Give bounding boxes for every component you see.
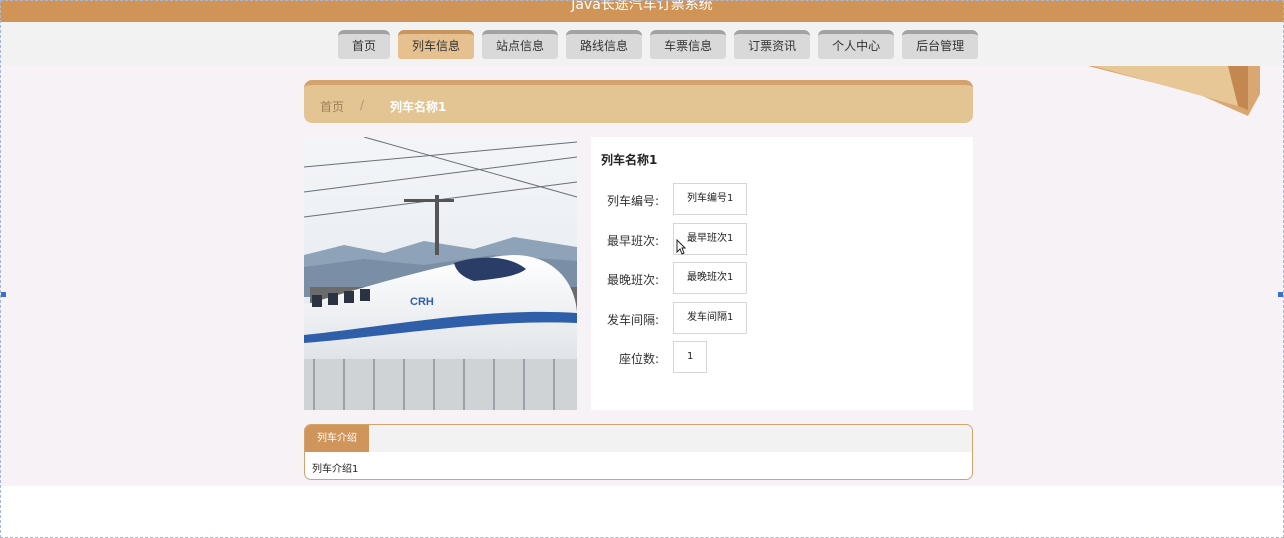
- svg-text:CRH: CRH: [410, 296, 434, 308]
- intro-tab-bar: 列车介绍: [305, 425, 972, 452]
- field-value: 最晚班次1: [673, 262, 748, 294]
- nav-menu: 首页 列车信息 站点信息 路线信息 车票信息 订票资讯 个人中心 后台管理: [338, 30, 979, 59]
- nav-item-admin[interactable]: 后台管理: [902, 30, 979, 59]
- breadcrumb-current: 列车名称1: [390, 100, 447, 114]
- field-value: 发车间隔1: [673, 302, 748, 334]
- mouse-pointer-icon: [676, 238, 687, 259]
- field-value: 1: [673, 341, 708, 373]
- decorative-frame-corner: [1088, 66, 1260, 118]
- resize-handle-left[interactable]: [1, 292, 6, 297]
- train-intro-panel: 列车介绍 列车介绍1: [304, 424, 973, 480]
- field-label: 发车间隔:: [606, 313, 659, 327]
- nav-item-personal-center[interactable]: 个人中心: [818, 30, 895, 59]
- field-latest-departure: 最晚班次: 最晚班次1: [591, 262, 973, 294]
- breadcrumb-separator: /: [360, 98, 365, 112]
- nav-item-ticket-info[interactable]: 车票信息: [650, 30, 727, 59]
- nav-item-home[interactable]: 首页: [338, 30, 391, 59]
- train-name: 列车名称1: [601, 153, 658, 167]
- train-photo: CRH: [304, 137, 577, 410]
- field-value: 列车编号1: [673, 183, 748, 215]
- site-header: Java长途汽车订票系统: [0, 0, 1284, 22]
- field-label: 列车编号:: [606, 194, 659, 208]
- site-title: Java长途汽车订票系统: [571, 0, 713, 13]
- train-detail-panel: 列车名称1 列车编号: 列车编号1 最早班次: 最早班次1 最晚班次: 最晚班次…: [591, 137, 973, 410]
- field-departure-interval: 发车间隔: 发车间隔1: [591, 302, 973, 334]
- field-earliest-departure: 最早班次: 最早班次1: [591, 223, 973, 255]
- field-label: 最晚班次:: [606, 273, 659, 287]
- field-seat-count: 座位数: 1: [591, 341, 973, 373]
- nav-item-booking-news[interactable]: 订票资讯: [734, 30, 811, 59]
- nav-item-station-info[interactable]: 站点信息: [482, 30, 559, 59]
- nav-item-route-info[interactable]: 路线信息: [566, 30, 643, 59]
- field-label: 最早班次:: [606, 234, 659, 248]
- resize-handle-right[interactable]: [1278, 292, 1283, 297]
- field-train-number: 列车编号: 列车编号1: [591, 183, 973, 215]
- breadcrumb-home-link[interactable]: 首页: [320, 98, 344, 115]
- field-label: 座位数:: [618, 352, 659, 366]
- breadcrumb: 首页 / 列车名称1: [304, 80, 973, 123]
- nav-item-train-info[interactable]: 列车信息: [398, 30, 475, 59]
- intro-content: 列车介绍1: [312, 464, 359, 475]
- main-navbar: 首页 列车信息 站点信息 路线信息 车票信息 订票资讯 个人中心 后台管理: [0, 22, 1284, 66]
- tab-train-intro[interactable]: 列车介绍: [305, 425, 369, 452]
